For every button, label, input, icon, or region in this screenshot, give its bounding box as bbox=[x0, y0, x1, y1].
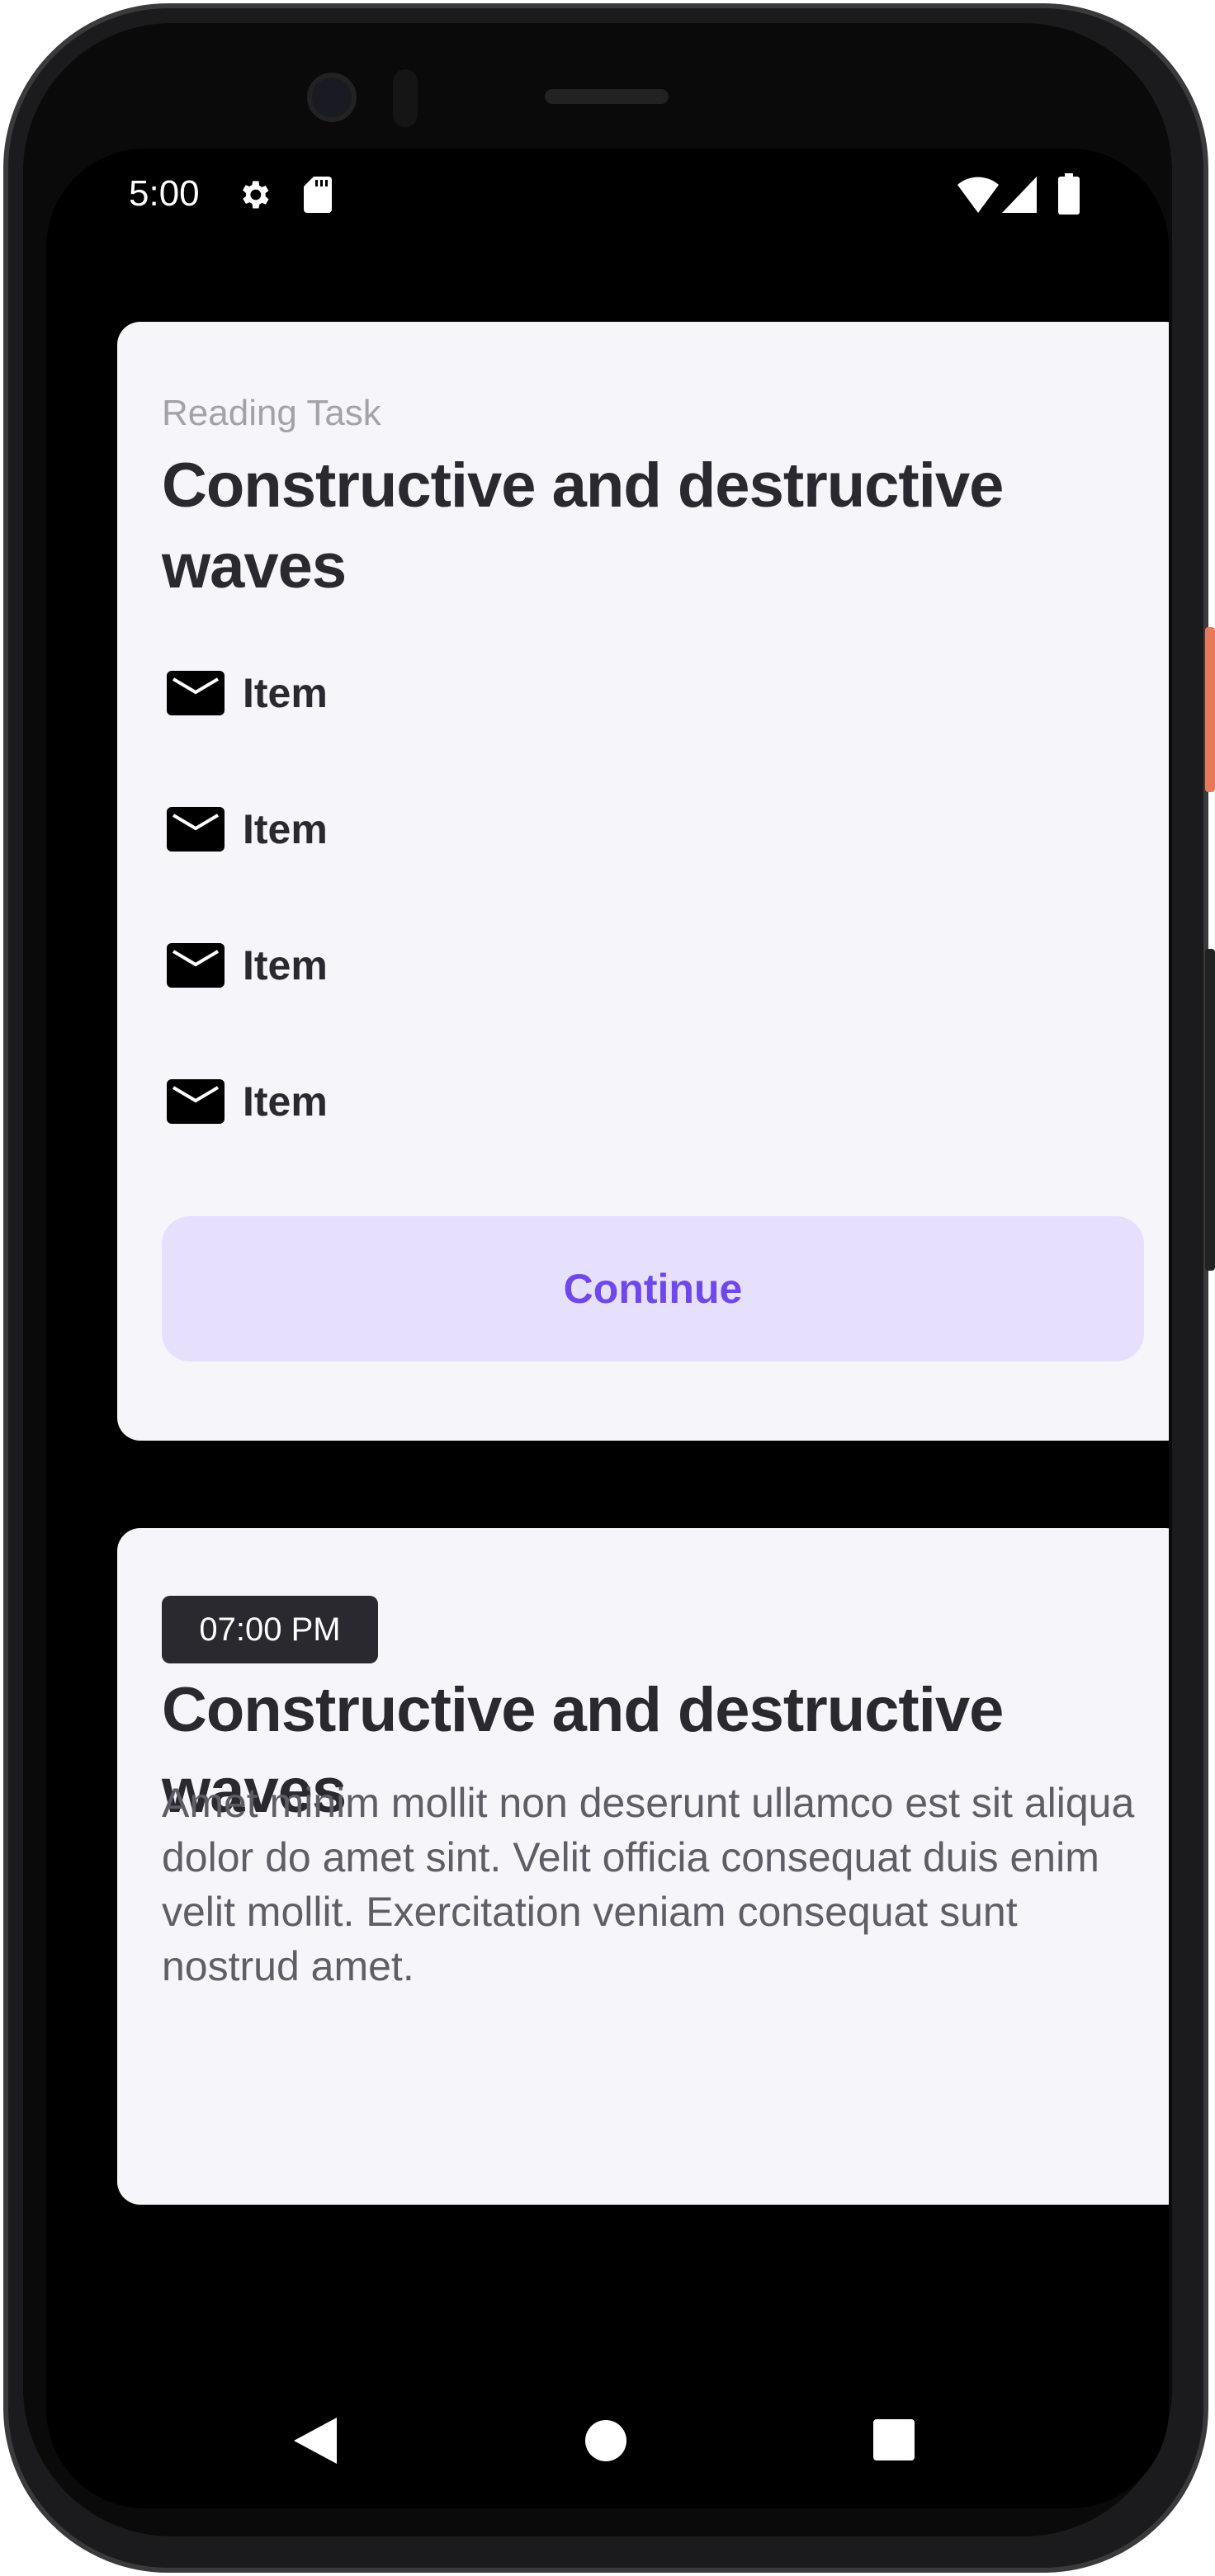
battery-icon bbox=[1058, 173, 1080, 215]
sd-card-icon bbox=[304, 177, 332, 213]
reading-task-card: Reading Task Constructive and destructiv… bbox=[117, 322, 1169, 1441]
card-body: Amet minim mollit non deserunt ullamco e… bbox=[162, 1780, 1135, 1989]
list-item-label: Item bbox=[243, 942, 328, 988]
sensor bbox=[393, 69, 418, 127]
front-camera bbox=[307, 73, 357, 122]
back-icon[interactable] bbox=[294, 2418, 337, 2464]
gear-icon bbox=[243, 181, 269, 209]
power-button bbox=[1205, 627, 1215, 792]
status-time: 5:00 bbox=[129, 173, 200, 214]
card-label: Reading Task bbox=[162, 393, 381, 433]
event-card: 07:00 PM Constructive and destructive wa… bbox=[117, 1528, 1169, 2205]
list-item[interactable]: Item bbox=[167, 668, 328, 718]
recents-icon[interactable] bbox=[873, 2419, 915, 2460]
wifi-icon bbox=[957, 177, 999, 213]
mail-icon bbox=[167, 1079, 225, 1124]
list-item[interactable]: Item bbox=[167, 941, 328, 990]
list-item[interactable]: Item bbox=[167, 1077, 328, 1126]
status-bar: 5:00 bbox=[0, 173, 1215, 223]
list-item[interactable]: Item bbox=[167, 804, 328, 854]
list-item-label: Item bbox=[243, 806, 328, 852]
list-item-label: Item bbox=[243, 1078, 328, 1125]
volume-button bbox=[1205, 949, 1215, 1271]
earpiece-speaker bbox=[545, 89, 669, 104]
mail-icon bbox=[167, 807, 225, 852]
home-icon[interactable] bbox=[584, 2419, 627, 2462]
mail-icon bbox=[167, 943, 225, 988]
list-item-label: Item bbox=[243, 670, 328, 716]
card-title: Constructive and destructive waves bbox=[162, 451, 1004, 602]
time-badge: 07:00 PM bbox=[162, 1596, 378, 1663]
mail-icon bbox=[167, 671, 225, 715]
continue-button[interactable]: Continue bbox=[162, 1216, 1144, 1361]
screen: Reading Task Constructive and destructiv… bbox=[46, 149, 1169, 2508]
signal-icon bbox=[1002, 177, 1037, 213]
